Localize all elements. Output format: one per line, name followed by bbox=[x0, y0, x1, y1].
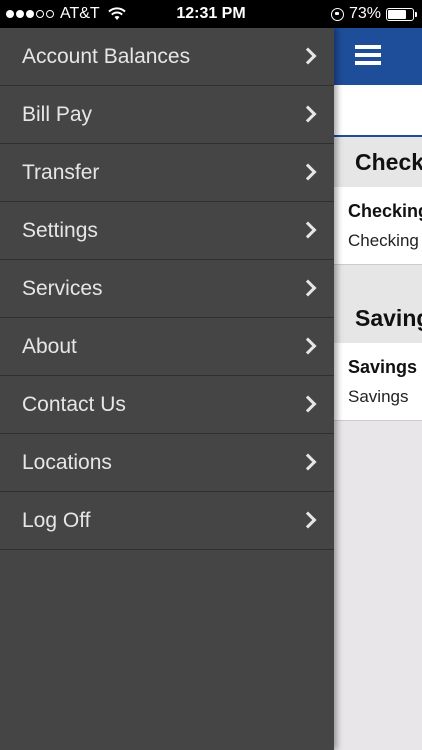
chevron-right-icon bbox=[299, 163, 317, 181]
account-type: Savings bbox=[348, 387, 409, 406]
menu-item-bill-pay[interactable]: Bill Pay bbox=[0, 86, 334, 144]
side-menu: Account Balances Bill Pay Transfer Setti… bbox=[0, 28, 334, 750]
status-bar: AT&T 12:31 PM 73% bbox=[0, 0, 422, 28]
chevron-right-icon bbox=[299, 511, 317, 529]
menu-item-services[interactable]: Services bbox=[0, 260, 334, 318]
account-type: Checking bbox=[348, 231, 419, 250]
chevron-right-icon bbox=[299, 221, 317, 239]
menu-item-label: About bbox=[22, 335, 77, 358]
menu-item-account-balances[interactable]: Account Balances bbox=[0, 28, 334, 86]
tab-strip bbox=[334, 85, 422, 137]
chevron-right-icon bbox=[299, 47, 317, 65]
battery-percent: 73% bbox=[348, 5, 381, 22]
account-row-savings[interactable]: Savings Savings bbox=[334, 343, 422, 421]
account-name: Checking bbox=[348, 201, 422, 221]
menu-item-contact-us[interactable]: Contact Us bbox=[0, 376, 334, 434]
section-header-savings: Savings bbox=[334, 293, 422, 343]
rotation-lock-icon bbox=[330, 7, 344, 21]
menu-item-transfer[interactable]: Transfer bbox=[0, 144, 334, 202]
app-screen: AT&T 12:31 PM 73% Checking Checking bbox=[0, 0, 422, 750]
chevron-right-icon bbox=[299, 453, 317, 471]
menu-item-label: Locations bbox=[22, 451, 112, 474]
account-row-checking[interactable]: Checking Checking bbox=[334, 187, 422, 265]
status-right: 73% bbox=[330, 5, 417, 23]
menu-item-label: Log Off bbox=[22, 509, 91, 532]
chevron-right-icon bbox=[299, 395, 317, 413]
section-spacer bbox=[334, 265, 422, 293]
navigation-bar bbox=[334, 28, 422, 85]
menu-item-settings[interactable]: Settings bbox=[0, 202, 334, 260]
chevron-right-icon bbox=[299, 279, 317, 297]
battery-icon bbox=[386, 7, 417, 21]
section-header-checking: Checking bbox=[334, 137, 422, 187]
menu-item-log-off[interactable]: Log Off bbox=[0, 492, 334, 550]
hamburger-menu-icon[interactable] bbox=[355, 45, 381, 67]
chevron-right-icon bbox=[299, 105, 317, 123]
menu-item-locations[interactable]: Locations bbox=[0, 434, 334, 492]
menu-item-label: Bill Pay bbox=[22, 103, 93, 126]
account-name: Savings bbox=[348, 357, 418, 377]
menu-list: Account Balances Bill Pay Transfer Setti… bbox=[0, 28, 334, 550]
battery-fill bbox=[388, 9, 406, 19]
menu-item-about[interactable]: About bbox=[0, 318, 334, 376]
menu-item-label: Contact Us bbox=[22, 393, 126, 416]
main-content: Checking Checking Checking Savings Savin… bbox=[334, 28, 422, 750]
menu-item-label: Settings bbox=[22, 219, 98, 242]
chevron-right-icon bbox=[299, 337, 317, 355]
menu-item-label: Services bbox=[22, 277, 103, 300]
menu-item-label: Account Balances bbox=[22, 45, 191, 68]
menu-item-label: Transfer bbox=[22, 161, 100, 184]
